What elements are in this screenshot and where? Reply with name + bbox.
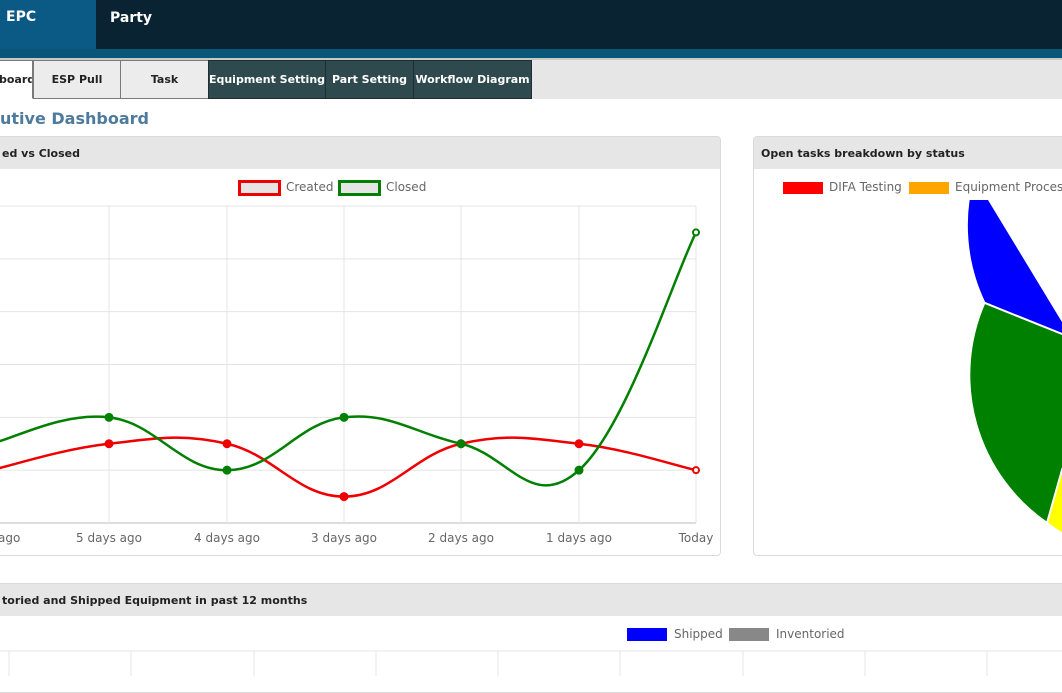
x-tick-label: 3 days ago: [311, 531, 377, 545]
point-closed[interactable]: [456, 439, 466, 449]
top-navbar: [0, 0, 1062, 49]
legend-swatch-shipped[interactable]: [627, 628, 667, 641]
legend-swatch-equipment-processing[interactable]: [909, 182, 949, 194]
point-closed[interactable]: [104, 412, 114, 422]
page-title: utive Dashboard: [0, 109, 149, 128]
tab-dashboard[interactable]: board: [0, 60, 33, 99]
legend-label-created[interactable]: Created: [286, 180, 334, 194]
tab-workflow-diagram[interactable]: Workflow Diagram: [413, 60, 532, 99]
point-created[interactable]: [574, 439, 584, 449]
tab-part-setting[interactable]: Part Setting: [325, 60, 414, 99]
legend-label-shipped[interactable]: Shipped: [674, 627, 723, 641]
x-tick-label: Today: [678, 531, 714, 545]
point-closed[interactable]: [574, 465, 584, 475]
point-closed[interactable]: [339, 412, 349, 422]
tab-equipment-setting[interactable]: Equipment Setting: [208, 60, 326, 99]
legend-swatch-created[interactable]: [238, 180, 281, 196]
legend-label-difa-testing[interactable]: DIFA Testing: [829, 180, 902, 194]
doughnut-slice-green[interactable]: [968, 301, 1062, 525]
legend-label-equipment-processing[interactable]: Equipment Processi: [955, 180, 1062, 194]
tab-task[interactable]: Task: [120, 60, 209, 99]
x-tick-label: 5 days ago: [76, 531, 142, 545]
created-closed-line-chart: ago 5 days ago 4 days ago 3 days ago 2 days …: [0, 205, 714, 545]
x-tick-label: 4 days ago: [194, 531, 260, 545]
x-tick-label: ago: [0, 531, 20, 545]
point-closed[interactable]: [692, 228, 700, 237]
panel-title-open-tasks: Open tasks breakdown by status: [754, 137, 1062, 169]
navbar-stripe: [0, 49, 1062, 58]
x-tick-label: 1 days ago: [546, 531, 612, 545]
panel-title-created-closed: ed vs Closed: [0, 137, 720, 169]
x-tick-label: 2 days ago: [428, 531, 494, 545]
legend-swatch-closed[interactable]: [338, 180, 381, 196]
point-created[interactable]: [339, 492, 349, 502]
nav-brand-epc[interactable]: EPC: [0, 0, 96, 49]
legend-label-closed[interactable]: Closed: [386, 180, 426, 194]
series-line-created: [0, 436, 697, 498]
shipped-chart-grid: [0, 650, 1062, 676]
tab-esp-pull[interactable]: ESP Pull: [33, 60, 121, 99]
legend-swatch-inventoried[interactable]: [729, 628, 769, 641]
series-line-closed: [0, 231, 698, 487]
nav-item-party[interactable]: Party: [110, 10, 152, 26]
legend-swatch-difa-testing[interactable]: [783, 182, 823, 194]
point-created[interactable]: [222, 439, 232, 449]
legend-label-inventoried[interactable]: Inventoried: [776, 627, 845, 641]
panel-title-shipped-inventoried: toried and Shipped Equipment in past 12 …: [0, 584, 1062, 616]
shipped-inventoried-panel: toried and Shipped Equipment in past 12 …: [0, 583, 1062, 693]
point-created[interactable]: [104, 439, 114, 449]
open-tasks-doughnut-chart: [965, 200, 1062, 535]
point-closed[interactable]: [222, 465, 232, 475]
point-created[interactable]: [692, 466, 700, 475]
